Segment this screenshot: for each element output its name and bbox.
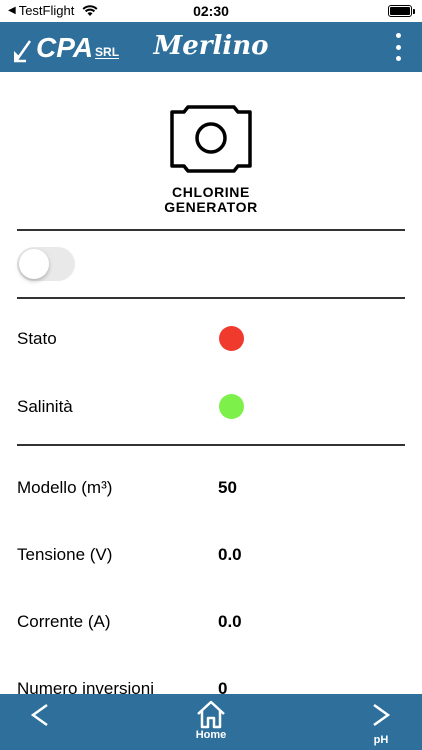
home-label: Home [195, 729, 227, 741]
divider [17, 444, 405, 446]
device-label: CHLORINE GENERATOR [0, 185, 422, 215]
chevron-right-icon [373, 703, 391, 727]
ph-label: pH [373, 734, 389, 746]
status-label-stato: Stato [17, 329, 57, 348]
battery-tip [413, 9, 415, 14]
chevron-left-icon [30, 703, 48, 727]
device-label-line1: CHLORINE [172, 184, 250, 200]
bottom-nav: Home pH [0, 694, 422, 750]
next-ph-button[interactable]: pH [366, 702, 396, 746]
back-button[interactable] [20, 702, 60, 732]
label-tensione: Tensione (V) [17, 545, 113, 564]
clock: 02:30 [193, 3, 229, 19]
status-indicator-stato [219, 326, 244, 351]
kebab-menu-icon[interactable] [392, 33, 404, 61]
toggle-knob [19, 249, 49, 279]
value-modello: 50 [218, 478, 237, 497]
label-corrente: Corrente (A) [17, 612, 111, 631]
chlorine-generator-icon [170, 105, 252, 173]
power-toggle[interactable] [17, 247, 75, 281]
divider [17, 297, 405, 299]
home-icon [197, 700, 225, 729]
home-button[interactable]: Home [186, 699, 236, 741]
app-title: Merlino [153, 31, 269, 61]
label-modello: Modello (m³) [17, 478, 113, 497]
status-bar: ◀ TestFlight 02:30 [0, 0, 422, 22]
battery-icon [388, 5, 412, 17]
divider [17, 229, 405, 231]
status-indicator-salinita [219, 394, 244, 419]
value-tensione: 0.0 [218, 545, 242, 564]
status-label-salinita: Salinità [17, 397, 73, 416]
value-corrente: 0.0 [218, 612, 242, 631]
device-label-line2: GENERATOR [164, 199, 258, 215]
app-header: CPA SRL Merlino [0, 22, 422, 72]
